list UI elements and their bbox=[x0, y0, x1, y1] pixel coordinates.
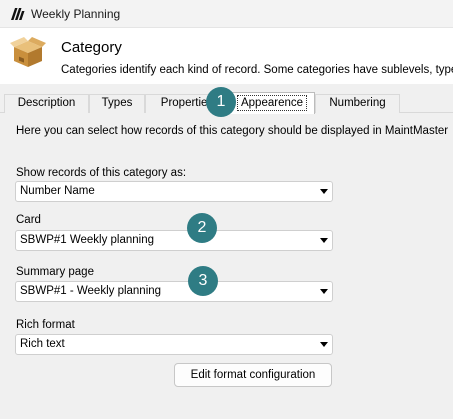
callout-badge-3: 3 bbox=[188, 266, 218, 296]
title-bar: Weekly Planning bbox=[0, 0, 453, 28]
window-title: Weekly Planning bbox=[31, 7, 121, 21]
chevron-down-icon bbox=[320, 189, 328, 194]
chevron-down-icon bbox=[320, 289, 328, 294]
show-records-label: Show records of this category as: bbox=[16, 167, 187, 179]
box-icon bbox=[10, 37, 46, 67]
app-logo-icon bbox=[11, 8, 25, 20]
chevron-down-icon bbox=[320, 342, 328, 347]
tab-label: Description bbox=[17, 97, 76, 109]
card-label: Card bbox=[16, 214, 41, 226]
category-header: Category Categories identify each kind o… bbox=[0, 28, 453, 84]
appearence-panel: Here you can select how records of this … bbox=[0, 113, 453, 419]
callout-badge-1: 1 bbox=[206, 87, 236, 117]
edit-format-configuration-button[interactable]: Edit format configuration bbox=[174, 363, 332, 387]
chevron-down-icon bbox=[320, 238, 328, 243]
summary-page-dropdown[interactable]: SBWP#1 - Weekly planning bbox=[15, 281, 333, 302]
tab-appearence[interactable]: Appearence bbox=[229, 92, 315, 114]
card-dropdown[interactable]: SBWP#1 Weekly planning bbox=[15, 230, 333, 251]
rich-format-value: Rich text bbox=[20, 338, 65, 350]
tab-label: Appearence bbox=[236, 95, 308, 111]
summary-page-label: Summary page bbox=[16, 266, 94, 278]
tab-label: Types bbox=[101, 97, 133, 109]
card-value: SBWP#1 Weekly planning bbox=[20, 234, 155, 246]
callout-badge-2: 2 bbox=[187, 213, 217, 243]
show-records-value: Number Name bbox=[20, 185, 95, 197]
rich-format-label: Rich format bbox=[16, 319, 75, 331]
tab-description[interactable]: Description bbox=[4, 94, 89, 113]
tab-label: Numbering bbox=[329, 97, 386, 109]
tab-types[interactable]: Types bbox=[89, 94, 145, 113]
rich-format-dropdown[interactable]: Rich text bbox=[15, 334, 333, 355]
tab-numbering[interactable]: Numbering bbox=[315, 94, 400, 113]
page-subtitle: Categories identify each kind of record.… bbox=[61, 64, 453, 76]
intro-text: Here you can select how records of this … bbox=[16, 125, 449, 137]
page-title: Category bbox=[61, 39, 122, 56]
show-records-dropdown[interactable]: Number Name bbox=[15, 181, 333, 202]
summary-page-value: SBWP#1 - Weekly planning bbox=[20, 285, 162, 297]
